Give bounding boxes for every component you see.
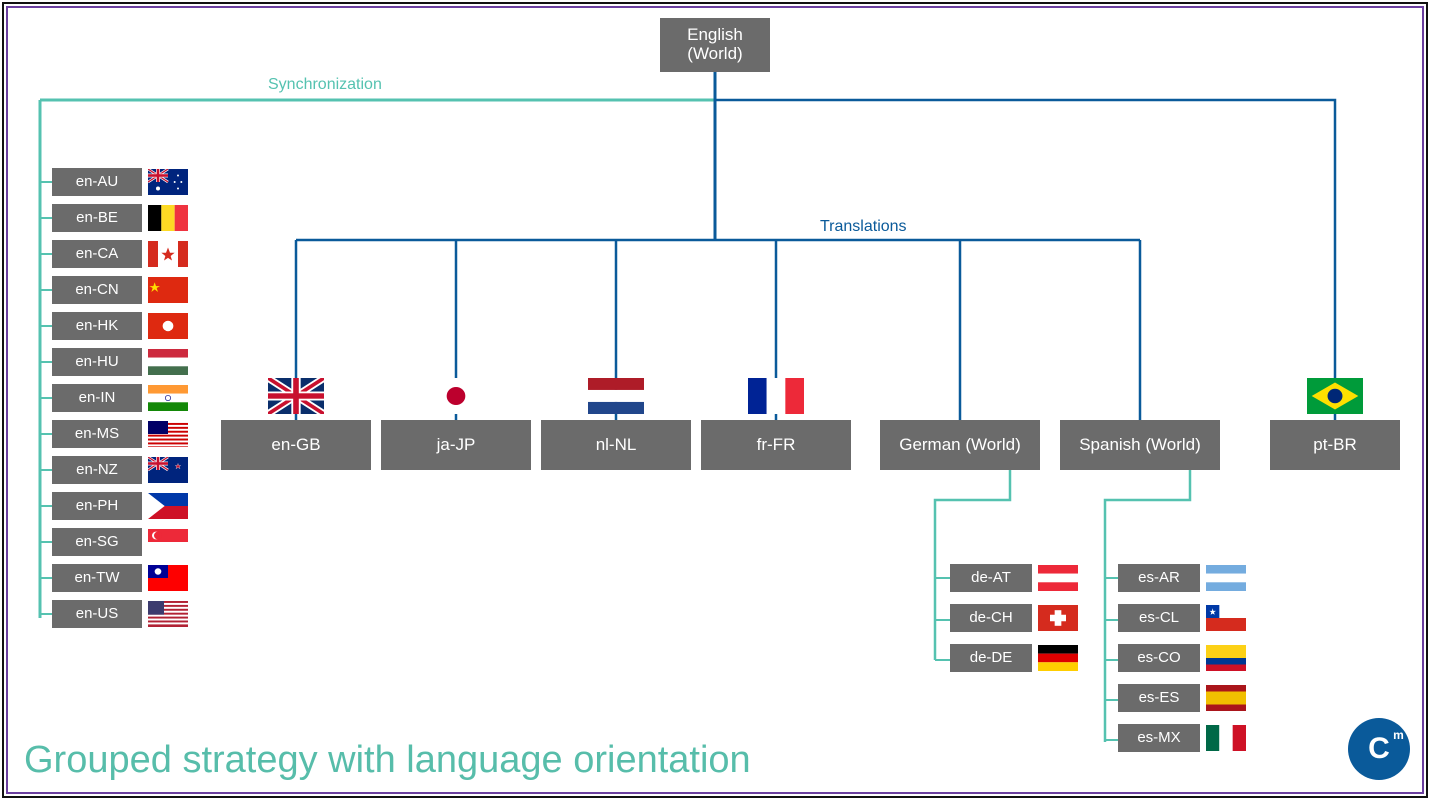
root-label-1: English	[687, 26, 743, 45]
logo-badge: Cm	[1348, 718, 1410, 780]
de-locale-box: de-AT	[950, 564, 1032, 592]
flag-mx-icon	[1206, 725, 1246, 751]
de-locale-box: de-DE	[950, 644, 1032, 672]
en-locale-box: en-AU	[52, 168, 142, 196]
logo-sup: m	[1393, 728, 1404, 742]
en-locale-box: en-PH	[52, 492, 142, 520]
flag-ph-icon	[148, 493, 188, 519]
flag-br-icon	[1307, 378, 1363, 414]
flag-au-icon	[148, 169, 188, 195]
translations-label: Translations	[820, 218, 907, 236]
root-node: English (World)	[660, 18, 770, 72]
flag-ch-icon	[1038, 605, 1078, 631]
flag-hu-icon	[148, 349, 188, 375]
translation-node: ja-JP	[381, 420, 531, 470]
es-locale-box: es-ES	[1118, 684, 1200, 712]
flag-at-icon	[1038, 565, 1078, 591]
es-locale-box: es-CL	[1118, 604, 1200, 632]
flag-de-icon	[1038, 645, 1078, 671]
flag-ms-icon	[148, 421, 188, 447]
en-locale-box: en-HK	[52, 312, 142, 340]
translation-node: German (World)	[880, 420, 1040, 470]
de-locale-box: de-CH	[950, 604, 1032, 632]
en-locale-box: en-NZ	[52, 456, 142, 484]
en-locale-box: en-US	[52, 600, 142, 628]
es-locale-box: es-CO	[1118, 644, 1200, 672]
translation-node: pt-BR	[1270, 420, 1400, 470]
translation-node: en-GB	[221, 420, 371, 470]
flag-cl-icon	[1206, 605, 1246, 631]
flag-nz-icon	[148, 457, 188, 483]
sync-label: Synchronization	[268, 76, 382, 94]
translation-node: nl-NL	[541, 420, 691, 470]
translation-node: fr-FR	[701, 420, 851, 470]
root-label-2: (World)	[687, 45, 742, 64]
flag-nl-icon	[588, 378, 644, 414]
en-locale-box: en-BE	[52, 204, 142, 232]
flag-ca-icon	[148, 241, 188, 267]
es-locale-box: es-MX	[1118, 724, 1200, 752]
logo-letter: Cm	[1368, 732, 1390, 766]
flag-es-icon	[1206, 685, 1246, 711]
diagram-title: Grouped strategy with language orientati…	[24, 739, 751, 782]
en-locale-box: en-MS	[52, 420, 142, 448]
flag-be-icon	[148, 205, 188, 231]
en-locale-box: en-HU	[52, 348, 142, 376]
en-locale-box: en-TW	[52, 564, 142, 592]
flag-gb-icon	[268, 378, 324, 414]
flag-jp-icon	[428, 378, 484, 414]
translation-node: Spanish (World)	[1060, 420, 1220, 470]
en-locale-box: en-SG	[52, 528, 142, 556]
flag-ar-icon	[1206, 565, 1246, 591]
inner-frame	[6, 6, 1424, 794]
flag-co-icon	[1206, 645, 1246, 671]
en-locale-box: en-CA	[52, 240, 142, 268]
en-locale-box: en-CN	[52, 276, 142, 304]
flag-hk-icon	[148, 313, 188, 339]
en-locale-box: en-IN	[52, 384, 142, 412]
flag-cn-icon	[148, 277, 188, 303]
flag-us-icon	[148, 601, 188, 627]
flag-fr-icon	[748, 378, 804, 414]
es-locale-box: es-AR	[1118, 564, 1200, 592]
flag-in-icon	[148, 385, 188, 411]
flag-sg-icon	[148, 529, 188, 555]
flag-tw-icon	[148, 565, 188, 591]
